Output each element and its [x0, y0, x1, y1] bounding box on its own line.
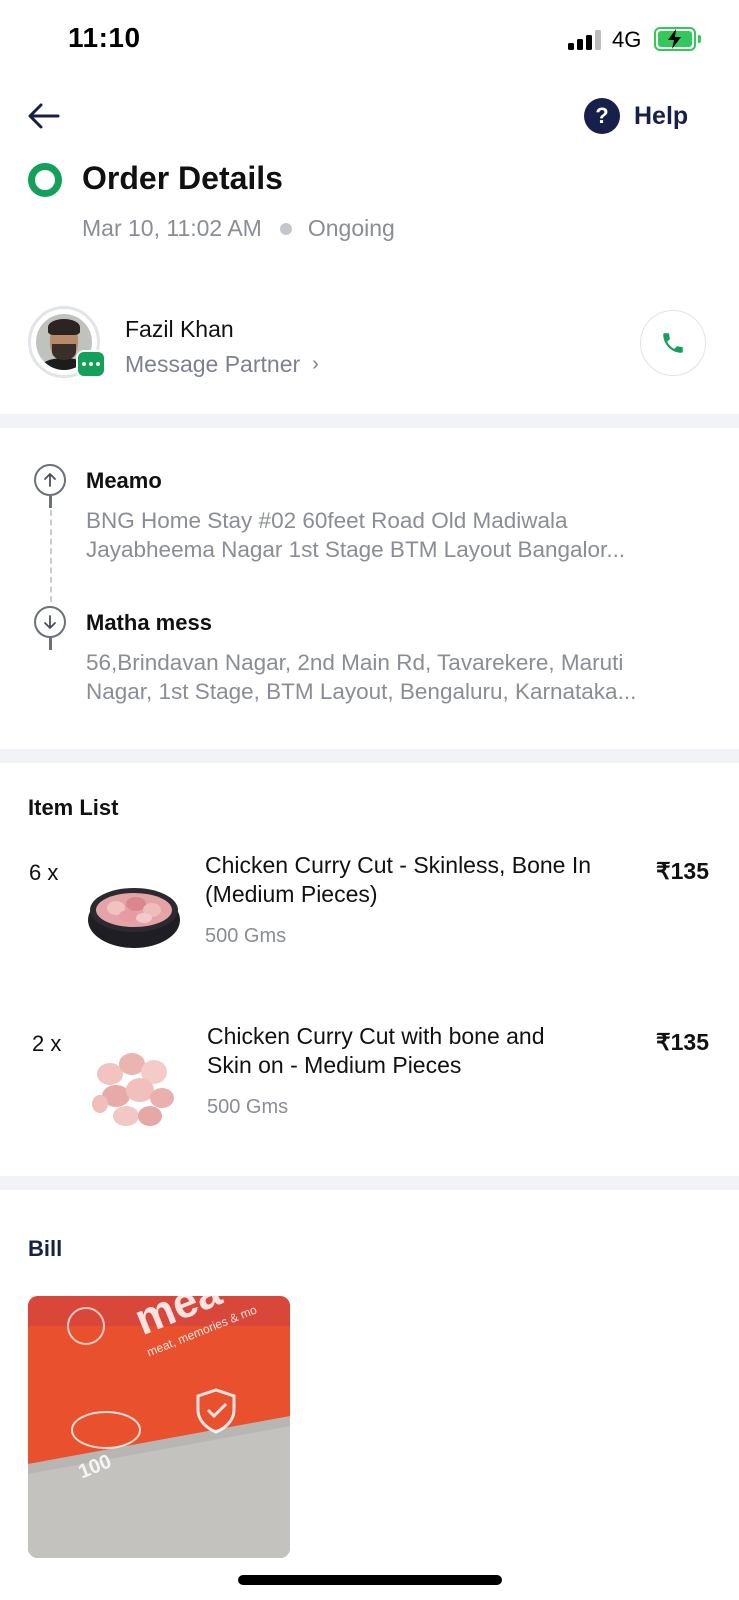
help-button[interactable]: ? Help: [584, 98, 688, 134]
item-list-title: Item List: [28, 795, 119, 820]
pickup-name: Meamo: [86, 468, 162, 493]
phone-icon: [663, 333, 683, 353]
order-status: Ongoing: [307, 215, 395, 241]
section-divider: [0, 1176, 739, 1190]
item-image: [86, 872, 182, 968]
order-meta: Mar 10, 11:02 AM Ongoing: [82, 215, 395, 242]
pickup-address-line2: Jayabheema Nagar 1st Stage BTM Layout Ba…: [86, 537, 626, 562]
section-divider: [0, 749, 739, 763]
page-title: Order Details: [82, 160, 283, 196]
message-partner-link[interactable]: Message Partner ›: [125, 351, 319, 378]
drop-address-line1: 56,Brindavan Nagar, 2nd Main Rd, Tavarek…: [86, 650, 624, 675]
item-name-line1: Chicken Curry Cut with bone and: [207, 1023, 545, 1049]
drop-arrow-down-icon: [34, 606, 66, 638]
bill-title: Bill: [28, 1236, 63, 1261]
item-name-line1: Chicken Curry Cut - Skinless, Bone In: [205, 852, 592, 878]
status-bar: 11:10 4G: [0, 0, 739, 80]
pickup-address-line1: BNG Home Stay #02 60feet Road Old Madiwa…: [86, 508, 568, 533]
item-quantity: 2 x: [32, 1031, 62, 1056]
bill-image[interactable]: mea meat, memories & mo 100: [28, 1296, 290, 1558]
help-label: Help: [634, 101, 689, 130]
back-arrow-icon: [28, 103, 60, 129]
item-name-line2: Skin on - Medium Pieces: [207, 1052, 462, 1078]
item-weight: 500 Gms: [207, 1096, 289, 1118]
call-partner-button[interactable]: [640, 310, 706, 376]
drop-name: Matha mess: [86, 610, 212, 635]
separator-dot: [279, 222, 292, 235]
item-price: ₹135: [656, 1029, 710, 1055]
network-type: 4G: [612, 27, 642, 52]
order-status-indicator: [28, 163, 62, 197]
order-datetime: Mar 10, 11:02 AM: [82, 215, 262, 241]
home-indicator: [238, 1575, 502, 1585]
pickup-arrow-up-icon: [34, 464, 66, 496]
route-stem: [49, 638, 52, 650]
message-partner-label: Message Partner: [125, 351, 301, 377]
item-image: [86, 1044, 182, 1140]
route-stem: [49, 496, 52, 508]
chevron-right-icon: ›: [312, 353, 319, 375]
back-button[interactable]: [26, 98, 62, 134]
drop-address-line2: Nagar, 1st Stage, BTM Layout, Bengaluru,…: [86, 679, 637, 704]
item-name-line2: (Medium Pieces): [205, 881, 378, 907]
partner-name: Fazil Khan: [125, 316, 234, 342]
status-time: 11:10: [68, 22, 141, 53]
item-price: ₹135: [656, 858, 710, 884]
item-weight: 500 Gms: [205, 925, 287, 947]
item-quantity: 6 x: [29, 860, 59, 885]
question-circle-icon: ?: [584, 98, 620, 134]
battery-charging-icon: [654, 27, 701, 51]
route-connector: [50, 510, 52, 602]
section-divider: [0, 414, 739, 428]
cellular-signal-icon: [568, 30, 604, 50]
chat-badge-icon: [76, 350, 106, 378]
